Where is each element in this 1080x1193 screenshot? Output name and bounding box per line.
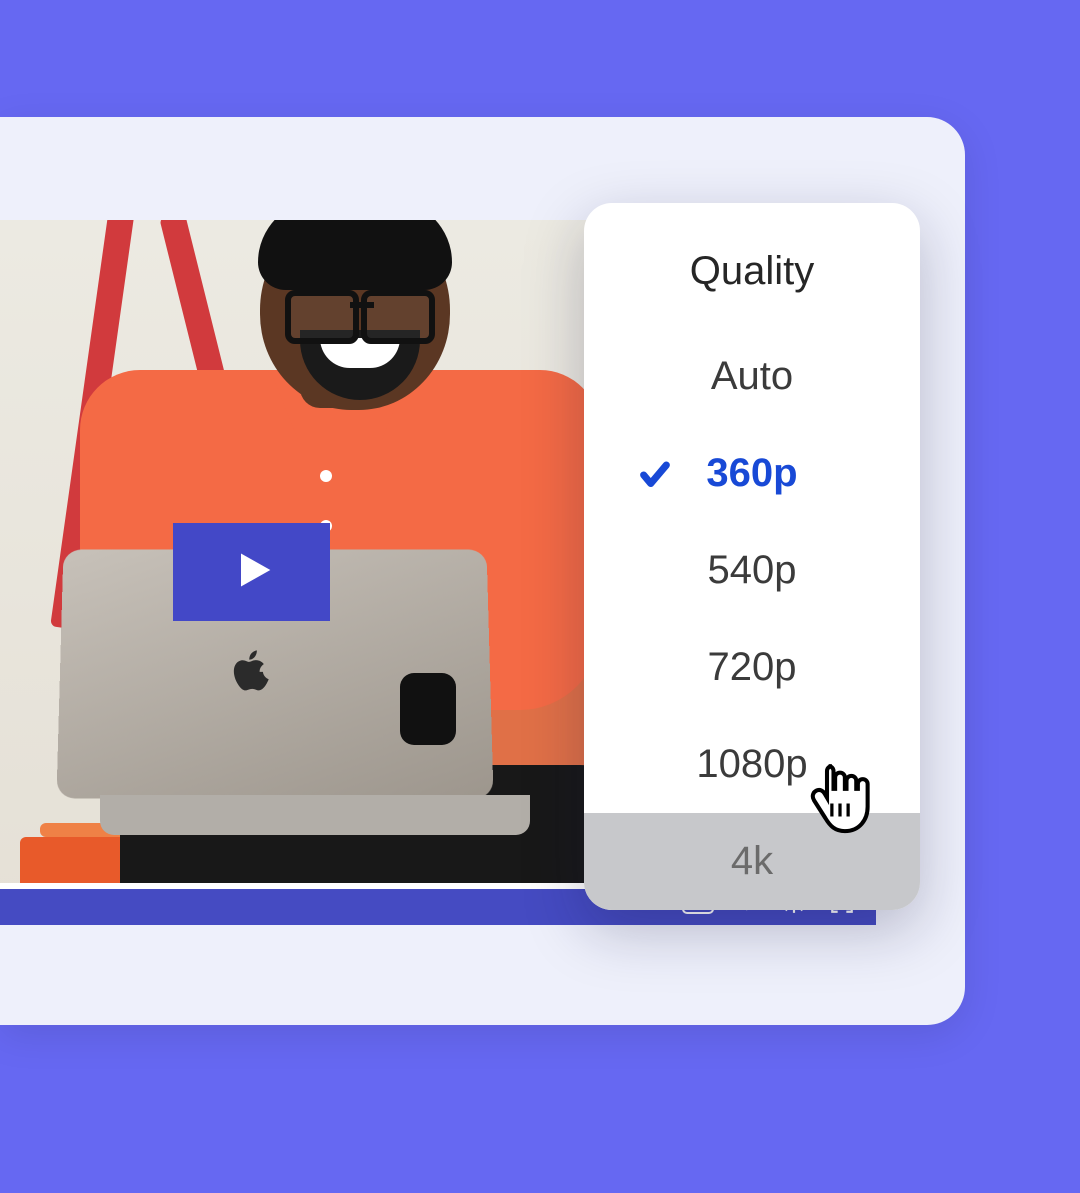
quality-menu-title: Quality (584, 203, 920, 328)
apple-logo-icon (230, 647, 272, 695)
quality-option-540p[interactable]: 540p (584, 522, 920, 619)
quality-option-label: 4k (731, 839, 773, 883)
progress-fill (0, 883, 648, 889)
quality-option-label: 1080p (696, 742, 807, 786)
check-icon (638, 457, 672, 491)
quality-option-720p[interactable]: 720p (584, 619, 920, 716)
quality-option-label: 720p (708, 645, 797, 689)
quality-option-label: 360p (706, 451, 797, 495)
cursor-pointer-icon (805, 758, 875, 836)
quality-option-auto[interactable]: Auto (584, 328, 920, 425)
play-icon (230, 548, 274, 597)
play-button[interactable] (173, 523, 330, 621)
quality-option-label: Auto (711, 354, 793, 398)
quality-option-label: 540p (708, 548, 797, 592)
quality-option-360p[interactable]: 360p (584, 425, 920, 522)
app-card: CC Quality Auto360p540p720p1080p4k (0, 117, 965, 1025)
